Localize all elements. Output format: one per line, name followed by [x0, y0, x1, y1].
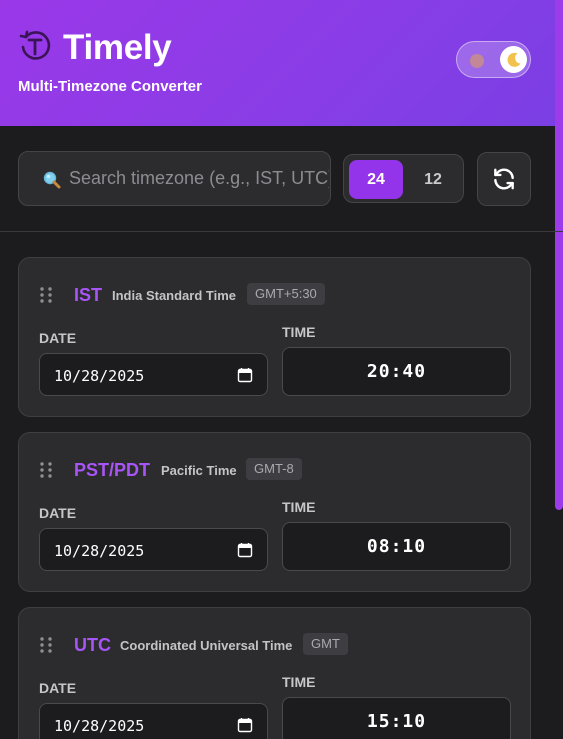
time-value: 20:40	[366, 361, 427, 382]
refresh-icon	[494, 168, 514, 190]
timezone-card: UTC Coordinated Universal Time GMT DATE …	[18, 607, 531, 739]
toolbar: 24 12	[0, 126, 563, 232]
refresh-button[interactable]	[477, 152, 531, 206]
timezone-code: UTC	[74, 635, 111, 655]
app-header: Timely Multi-Timezone Converter	[0, 0, 563, 126]
app-subtitle: Multi-Timezone Converter	[18, 78, 202, 95]
timezone-offset-badge: GMT+5:30	[247, 283, 325, 305]
calendar-icon[interactable]	[237, 717, 253, 733]
toggle-knob	[500, 46, 527, 73]
date-value: 10/28/2025	[54, 717, 145, 735]
date-label: DATE	[39, 330, 77, 346]
date-input[interactable]: 10/28/2025	[39, 353, 268, 396]
timezone-name: Coordinated Universal Time	[120, 638, 293, 653]
timezone-card: IST India Standard Time GMT+5:30 DATE TI…	[18, 257, 531, 417]
scrollbar-thumb[interactable]	[555, 0, 563, 510]
time-label: TIME	[282, 324, 316, 340]
date-input[interactable]: 10/28/2025	[39, 528, 268, 571]
search-box[interactable]	[18, 151, 331, 206]
calendar-icon[interactable]	[237, 367, 253, 383]
date-label: DATE	[39, 505, 77, 521]
timezone-code: PST/PDT	[74, 460, 151, 480]
timezone-name: India Standard Time	[112, 288, 237, 303]
format-12-button[interactable]: 12	[406, 160, 460, 199]
date-value: 10/28/2025	[54, 367, 145, 385]
drag-handle-icon[interactable]	[39, 461, 53, 479]
moon-icon	[507, 52, 520, 67]
date-label: DATE	[39, 680, 77, 696]
time-input[interactable]: 08:10	[282, 522, 511, 571]
time-label: TIME	[282, 499, 316, 515]
timezone-offset-badge: GMT-8	[246, 458, 302, 480]
sun-icon	[470, 54, 484, 68]
time-value: 08:10	[366, 536, 427, 557]
timezone-code: IST	[74, 285, 103, 305]
timely-logo-icon	[19, 30, 51, 60]
timezone-name: Pacific Time	[161, 463, 237, 478]
drag-handle-icon[interactable]	[39, 286, 53, 304]
time-input[interactable]: 20:40	[282, 347, 511, 396]
time-format-toggle: 24 12	[343, 154, 464, 203]
time-value: 15:10	[366, 711, 427, 732]
format-24-button[interactable]: 24	[349, 160, 403, 199]
date-value: 10/28/2025	[54, 542, 145, 560]
theme-toggle[interactable]	[456, 41, 531, 78]
timezone-card: PST/PDT Pacific Time GMT-8 DATE TIME 10/…	[18, 432, 531, 592]
time-input[interactable]: 15:10	[282, 697, 511, 739]
timezone-offset-badge: GMT	[303, 633, 348, 655]
search-icon	[43, 171, 61, 189]
time-label: TIME	[282, 674, 316, 690]
app-title: Timely	[63, 28, 172, 67]
date-input[interactable]: 10/28/2025	[39, 703, 268, 739]
drag-handle-icon[interactable]	[39, 636, 53, 654]
search-input[interactable]	[69, 152, 329, 205]
calendar-icon[interactable]	[237, 542, 253, 558]
